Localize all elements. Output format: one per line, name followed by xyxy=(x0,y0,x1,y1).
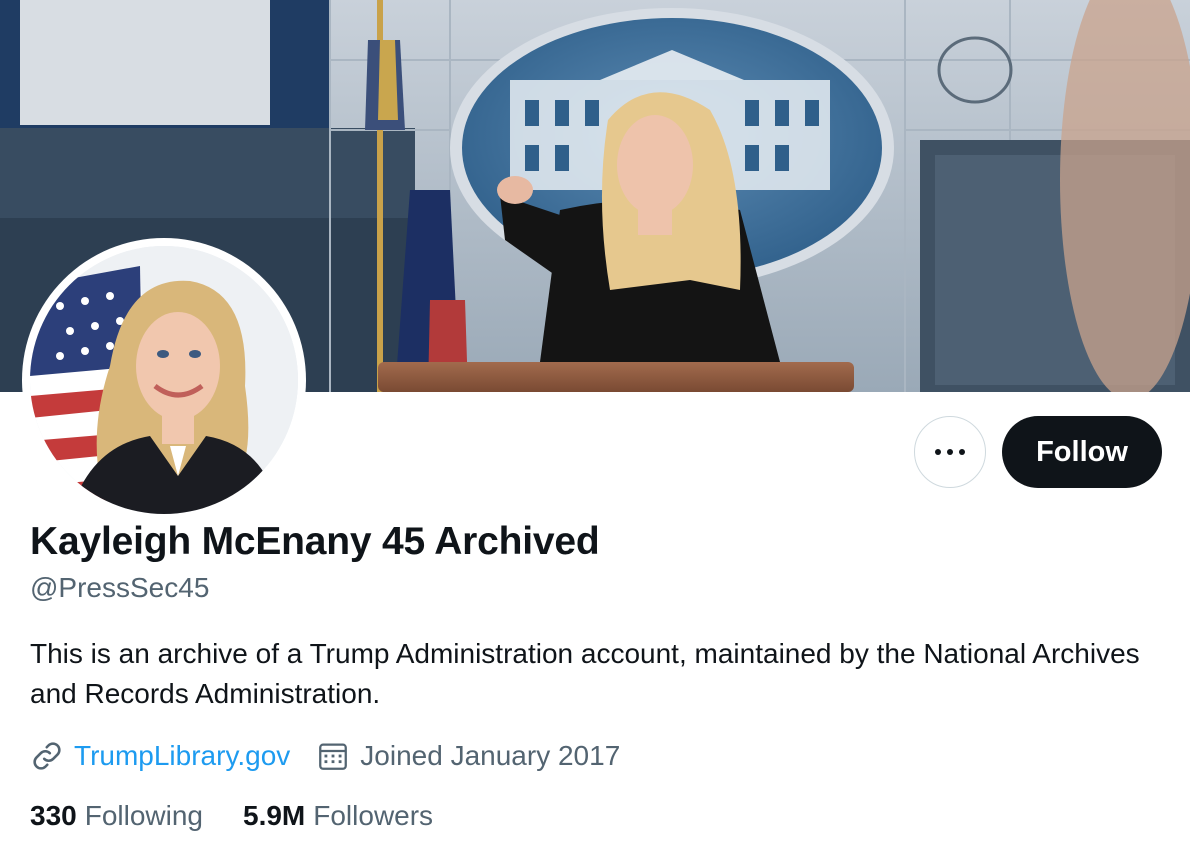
following-link[interactable]: 330 Following xyxy=(30,800,203,832)
more-options-button[interactable] xyxy=(914,416,986,488)
followers-link[interactable]: 5.9M Followers xyxy=(243,800,433,832)
website-link[interactable]: TrumpLibrary.gov xyxy=(74,740,290,772)
profile-meta-row: TrumpLibrary.gov Joined January 2017 xyxy=(30,736,646,776)
profile-handle: @PressSec45 xyxy=(30,572,210,603)
profile-joined-date: Joined January 2017 xyxy=(316,739,620,773)
profile-stats: 330 Following 5.9M Followers xyxy=(30,800,473,832)
joined-text: Joined January 2017 xyxy=(360,740,621,771)
profile-bio: This is an archive of a Trump Administra… xyxy=(30,638,1140,709)
more-horizontal-icon xyxy=(935,449,965,455)
avatar-photo xyxy=(30,246,298,514)
link-icon xyxy=(33,742,61,770)
calendar-icon xyxy=(319,743,348,770)
followers-label: Followers xyxy=(313,800,434,831)
followers-count: 5.9M xyxy=(243,800,306,831)
follow-button[interactable]: Follow xyxy=(1002,416,1162,488)
profile-website: TrumpLibrary.gov xyxy=(30,739,290,773)
following-label: Following xyxy=(84,800,203,831)
profile-avatar[interactable] xyxy=(22,238,306,522)
profile-display-name: Kayleigh McEnany 45 Archived xyxy=(30,520,600,563)
following-count: 330 xyxy=(30,800,77,831)
